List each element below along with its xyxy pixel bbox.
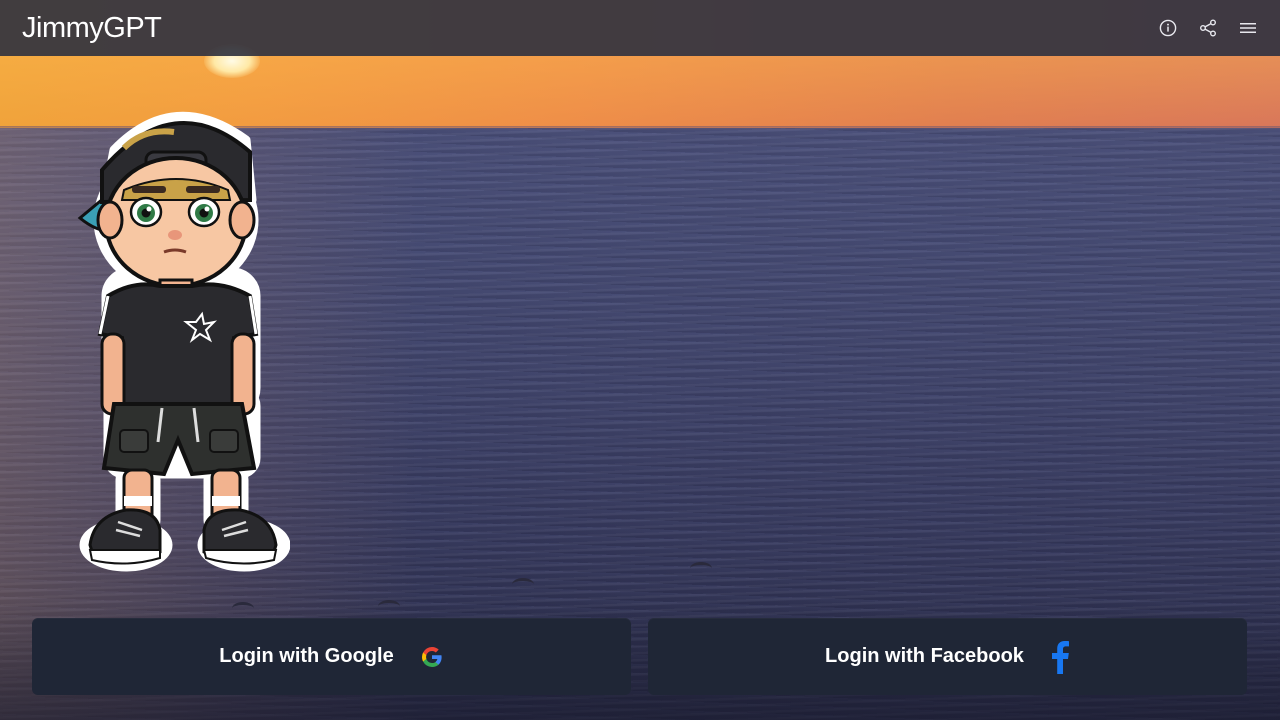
avatar	[74, 90, 291, 574]
info-icon[interactable]	[1158, 18, 1178, 38]
share-icon[interactable]	[1198, 18, 1218, 38]
google-icon	[420, 645, 444, 669]
login-google-label: Login with Google	[219, 645, 394, 667]
app-title: JimmyGPT	[22, 11, 162, 44]
top-bar: JimmyGPT	[0, 0, 1280, 56]
login-facebook-button[interactable]: Login with Facebook	[648, 618, 1247, 695]
facebook-icon	[1050, 640, 1070, 674]
login-screen: JimmyGPT Login with Google Login with Fa…	[0, 0, 1280, 720]
header-actions	[1158, 18, 1258, 38]
login-facebook-label: Login with Facebook	[825, 645, 1024, 667]
bird	[690, 562, 712, 575]
menu-icon[interactable]	[1238, 18, 1258, 38]
bird	[512, 578, 534, 591]
login-google-button[interactable]: Login with Google	[32, 618, 631, 695]
